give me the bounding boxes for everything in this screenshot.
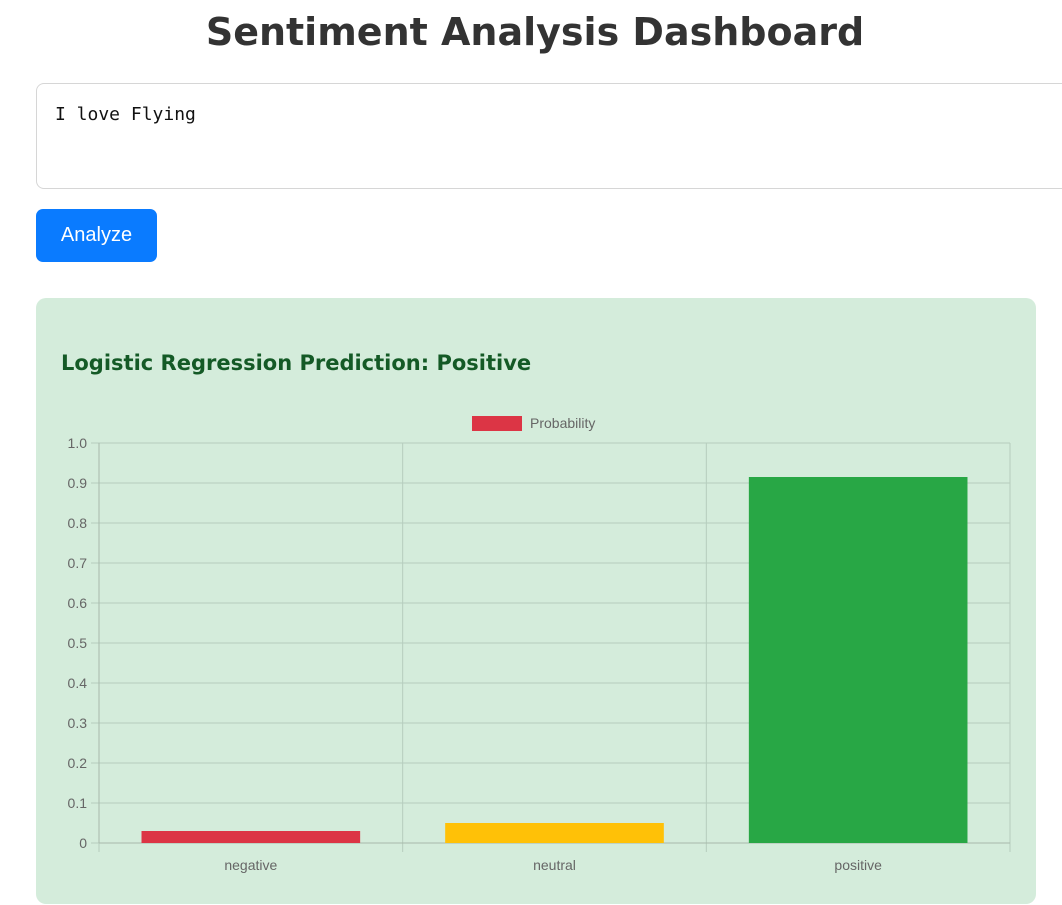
bar-positive xyxy=(748,477,968,843)
x-tick-label: positive xyxy=(834,857,882,873)
x-tick-label: neutral xyxy=(533,857,576,873)
legend-swatch xyxy=(472,416,522,431)
sentiment-text-input[interactable] xyxy=(36,83,1062,189)
y-tick-label: 0.6 xyxy=(68,595,88,611)
y-tick-label: 0.3 xyxy=(68,715,88,731)
x-tick-label: negative xyxy=(224,857,277,873)
y-tick-label: 0.4 xyxy=(68,675,88,691)
y-tick-label: 0.8 xyxy=(68,515,88,531)
y-tick-label: 0 xyxy=(79,835,87,851)
legend-label: Probability xyxy=(530,415,595,431)
bar-negative xyxy=(141,831,361,843)
bar-neutral xyxy=(445,823,664,843)
probability-bar-chart: Probability 0 0.1 0.2 0.3 0.4 0.5 0.6 0.7 0.8 0.9 1… xyxy=(68,415,1011,873)
y-tick-label: 0.1 xyxy=(68,795,88,811)
analyze-button[interactable]: Analyze xyxy=(36,209,157,262)
y-tick-label: 1.0 xyxy=(68,435,88,451)
dashboard-page: Sentiment Analysis Dashboard Analyze Log… xyxy=(0,0,1062,905)
result-panel: Logistic Regression Prediction: Positive… xyxy=(36,298,1036,904)
page-title: Sentiment Analysis Dashboard xyxy=(205,10,865,54)
y-tick-label: 0.2 xyxy=(68,755,88,771)
y-tick-label: 0.7 xyxy=(68,555,88,571)
y-tick-label: 0.9 xyxy=(68,475,88,491)
y-tick-label: 0.5 xyxy=(68,635,88,651)
